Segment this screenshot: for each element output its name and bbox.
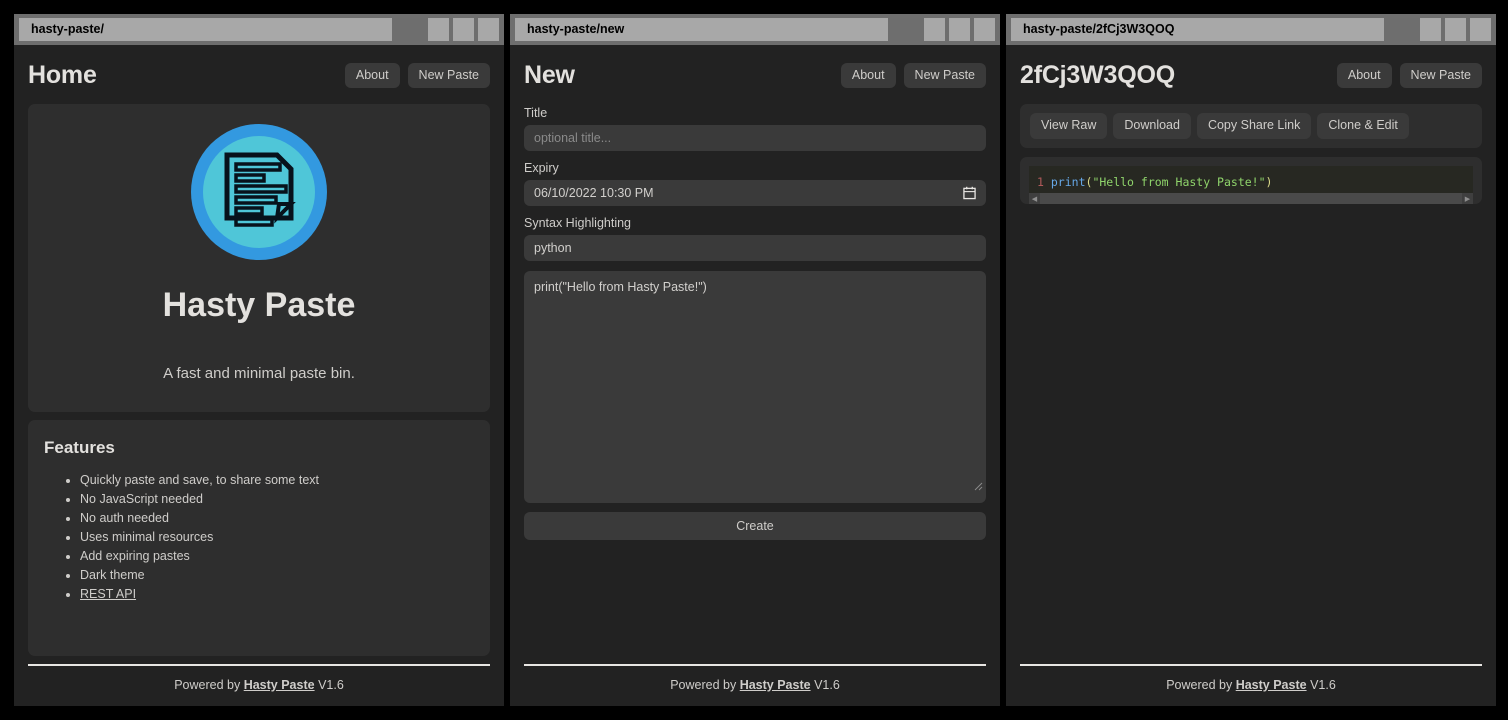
syntax-highlighting-input[interactable]	[524, 235, 986, 261]
paste-toolbar: View Raw Download Copy Share Link Clone …	[1020, 104, 1482, 148]
code-token-paren-close: )	[1266, 175, 1273, 189]
footer-link[interactable]: Hasty Paste	[1236, 678, 1307, 692]
view-raw-button[interactable]: View Raw	[1030, 113, 1107, 139]
list-item: No auth needed	[80, 509, 474, 528]
new-paste-form: Title Expiry Syntax Highlighting	[524, 104, 986, 540]
titlebar-new[interactable]: hasty-paste/new	[510, 14, 1000, 45]
footer-version: V1.6	[814, 678, 840, 692]
expiry-field-wrap	[524, 180, 986, 206]
list-item: Quickly paste and save, to share some te…	[80, 471, 474, 490]
list-item: Add expiring pastes	[80, 547, 474, 566]
paste-content-textarea[interactable]	[524, 271, 986, 503]
maximize-button[interactable]	[949, 18, 970, 41]
scroll-right-arrow-icon[interactable]: ▶	[1462, 193, 1473, 204]
page-title: New	[524, 61, 575, 90]
maximize-button[interactable]	[1445, 18, 1466, 41]
list-item: No JavaScript needed	[80, 490, 474, 509]
close-button[interactable]	[1470, 18, 1491, 41]
navbar: 2fCj3W3QOQ About New Paste	[1020, 45, 1482, 104]
footer-prefix: Powered by	[670, 678, 736, 692]
titlebar-paste[interactable]: hasty-paste/2fCj3W3QOQ	[1006, 14, 1496, 45]
new-paste-button[interactable]: New Paste	[408, 63, 490, 89]
navbar: New About New Paste	[524, 45, 986, 104]
about-button[interactable]: About	[345, 63, 400, 89]
nav-actions: About New Paste	[345, 63, 490, 89]
nav-actions: About New Paste	[1337, 63, 1482, 89]
minimize-button[interactable]	[1420, 18, 1441, 41]
download-button[interactable]: Download	[1113, 113, 1191, 139]
close-button[interactable]	[478, 18, 499, 41]
footer: Powered by Hasty Paste V1.6	[524, 664, 986, 706]
page-paste: 2fCj3W3QOQ About New Paste View Raw Down…	[1006, 45, 1496, 706]
expiry-label: Expiry	[524, 161, 986, 175]
code-viewer[interactable]: 1 print("Hello from Hasty Paste!") ◀ ▶	[1029, 166, 1473, 205]
clone-and-edit-button[interactable]: Clone & Edit	[1317, 113, 1408, 139]
list-item: Uses minimal resources	[80, 528, 474, 547]
features-card: Features Quickly paste and save, to shar…	[28, 420, 490, 656]
footer-prefix: Powered by	[1166, 678, 1232, 692]
create-button[interactable]: Create	[524, 512, 986, 540]
copy-share-link-button[interactable]: Copy Share Link	[1197, 113, 1311, 139]
desktop: hasty-paste/ Home About New Paste	[0, 0, 1508, 720]
window-title: hasty-paste/2fCj3W3QOQ	[1011, 18, 1384, 41]
rest-api-link[interactable]: REST API	[80, 587, 136, 601]
window-paste-view: hasty-paste/2fCj3W3QOQ 2fCj3W3QOQ About …	[1006, 14, 1496, 706]
list-item: Dark theme	[80, 566, 474, 585]
window-new-paste: hasty-paste/new New About New Paste Titl…	[510, 14, 1000, 706]
code-token-string: "Hello from Hasty Paste!"	[1092, 175, 1265, 189]
hero-title: Hasty Paste	[44, 286, 474, 325]
code-token-function: print	[1051, 175, 1086, 189]
footer-link[interactable]: Hasty Paste	[244, 678, 315, 692]
expiry-input[interactable]	[524, 180, 986, 206]
nav-actions: About New Paste	[841, 63, 986, 89]
footer-prefix: Powered by	[174, 678, 240, 692]
maximize-button[interactable]	[453, 18, 474, 41]
code-card: 1 print("Hello from Hasty Paste!") ◀ ▶	[1020, 157, 1482, 205]
footer-version: V1.6	[318, 678, 344, 692]
spacer	[1020, 214, 1482, 284]
page-title: Home	[28, 61, 97, 90]
content-field-wrap	[524, 271, 986, 503]
close-button[interactable]	[974, 18, 995, 41]
title-input[interactable]	[524, 125, 986, 151]
about-button[interactable]: About	[841, 63, 896, 89]
code-line: 1 print("Hello from Hasty Paste!")	[1029, 175, 1473, 191]
minimize-button[interactable]	[924, 18, 945, 41]
window-title: hasty-paste/	[19, 18, 392, 41]
list-item: REST API	[80, 585, 474, 604]
hasty-paste-logo-icon	[191, 124, 327, 260]
footer: Powered by Hasty Paste V1.6	[28, 664, 490, 706]
features-list: Quickly paste and save, to share some te…	[80, 471, 474, 604]
hero-card: Hasty Paste A fast and minimal paste bin…	[28, 104, 490, 412]
new-paste-button[interactable]: New Paste	[904, 63, 986, 89]
footer: Powered by Hasty Paste V1.6	[1020, 664, 1482, 706]
new-paste-button[interactable]: New Paste	[1400, 63, 1482, 89]
minimize-button[interactable]	[428, 18, 449, 41]
footer-version: V1.6	[1310, 678, 1336, 692]
horizontal-scrollbar[interactable]: ◀ ▶	[1029, 193, 1473, 204]
page-new: New About New Paste Title Expiry	[510, 45, 1000, 706]
syntax-highlighting-label: Syntax Highlighting	[524, 216, 986, 230]
window-home: hasty-paste/ Home About New Paste	[14, 14, 504, 706]
document-icon	[221, 152, 297, 232]
window-title: hasty-paste/new	[515, 18, 888, 41]
line-number: 1	[1037, 175, 1044, 189]
scroll-left-arrow-icon[interactable]: ◀	[1029, 193, 1040, 204]
titlebar-home[interactable]: hasty-paste/	[14, 14, 504, 45]
logo-inner-circle	[203, 136, 315, 248]
page-title: 2fCj3W3QOQ	[1020, 61, 1175, 90]
about-button[interactable]: About	[1337, 63, 1392, 89]
footer-link[interactable]: Hasty Paste	[740, 678, 811, 692]
title-label: Title	[524, 106, 986, 120]
features-heading: Features	[44, 438, 474, 458]
navbar: Home About New Paste	[28, 45, 490, 104]
page-home: Home About New Paste	[14, 45, 504, 706]
hero-subtitle: A fast and minimal paste bin.	[44, 365, 474, 382]
